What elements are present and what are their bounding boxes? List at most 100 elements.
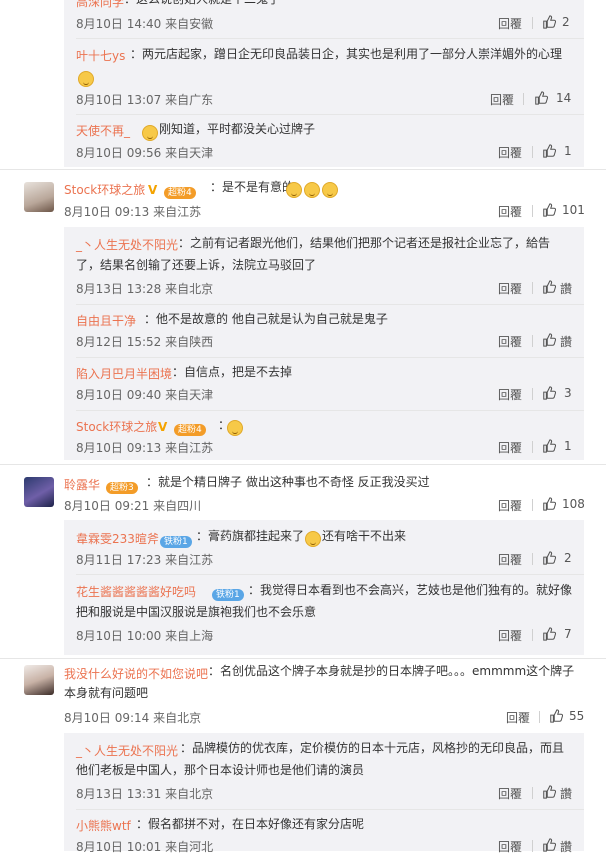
like-count: 108 (562, 497, 585, 511)
like-button[interactable] (542, 333, 557, 348)
reply-button[interactable]: 回覆 (498, 627, 522, 644)
like-button[interactable] (534, 91, 549, 106)
reply-meta: 8月10日 09:13 来自江苏 (76, 441, 214, 455)
like-button[interactable] (542, 203, 557, 218)
comment-username[interactable]: Stock环球之旅 (64, 181, 145, 198)
reply-meta: 8月11日 17:23 来自江苏 (76, 553, 214, 567)
reply-meta: 8月12日 15:52 来自陕西 (76, 335, 214, 349)
reply-meta: 8月10日 10:01 来自河北 (76, 840, 214, 854)
reply-username[interactable]: 叶十七ys (76, 47, 125, 64)
divider (532, 146, 533, 158)
reply-username[interactable]: 高深同学 (76, 0, 124, 10)
avatar[interactable] (24, 182, 54, 212)
reply-text: ：膏药旗都挂起来了 (196, 529, 305, 543)
emoji-icon (304, 528, 322, 547)
divider (539, 711, 540, 723)
divider (523, 93, 524, 105)
reply-text: ：两元店起家，蹭日企无印良品装日企，其实也是利用了一部分人崇洋媚外的心理 (130, 47, 563, 61)
reply-meta: 8月10日 13:07 来自广东 (76, 93, 214, 107)
reply-username[interactable]: 天使不再_ (76, 122, 130, 139)
reply-username[interactable]: 韋霖雯233暄斧 (76, 530, 159, 547)
reply-button[interactable]: 回覆 (498, 203, 522, 220)
divider (532, 441, 533, 453)
like-button[interactable] (542, 280, 557, 295)
reply-button[interactable]: 回覆 (498, 439, 522, 456)
reply-button[interactable]: 回覆 (498, 333, 522, 350)
reply-meta: 8月10日 14:40 来自安徽 (76, 17, 214, 31)
divider (532, 205, 533, 217)
thumb-up-icon (543, 280, 557, 294)
reply-button[interactable]: 回覆 (498, 551, 522, 568)
reply-text: 刚知道，平时都没关心过牌子 (159, 122, 316, 136)
comment-username[interactable]: 聆露华 (64, 476, 100, 493)
reply-button[interactable]: 回覆 (506, 709, 530, 726)
like-count: 2 (564, 551, 572, 565)
like-count: 7 (564, 627, 572, 641)
reply-username[interactable]: Stock环球之旅 (76, 418, 157, 435)
like-count: 讚 (560, 787, 573, 801)
reply-text: ：品牌模仿的优衣库，定价模仿的日本十元店，风格抄的无印良品，而且他们老板是中国人… (76, 741, 565, 777)
reply-text: ：之前有记者跟光他们，结果他们把那个记者还是报社企业忘了，給告了，结果名创输了还… (76, 236, 551, 272)
comment-text: ：是不是有意的 (210, 180, 295, 194)
reply-button[interactable]: 回覆 (498, 497, 522, 514)
reply-text: 还有啥干不出来 (322, 529, 407, 543)
reply-text: ：假名都拼不对，在日本好像还有家分店呢 (136, 817, 365, 831)
thumb-up-icon (543, 497, 557, 511)
thumb-up-icon (535, 91, 549, 105)
thumb-up-icon (543, 785, 557, 799)
avatar[interactable] (24, 477, 54, 507)
reply-username[interactable]: 小熊熊wtf (76, 817, 131, 834)
divider (0, 464, 606, 465)
divider (532, 629, 533, 641)
fan-badge: 铁粉1 (158, 531, 194, 550)
like-count: 55 (569, 709, 585, 723)
like-button[interactable] (542, 439, 557, 454)
reply-button[interactable]: 回覆 (498, 280, 522, 297)
divider (532, 388, 533, 400)
emoji-icon (77, 68, 95, 87)
reply-text: ：他不是故意的 他自己就是认为自己就是鬼子 (144, 312, 388, 326)
like-button[interactable] (542, 497, 557, 512)
divider (0, 169, 606, 170)
divider (76, 574, 584, 575)
reply-button[interactable]: 回覆 (498, 386, 522, 403)
like-button[interactable] (542, 785, 557, 800)
reply-meta: 8月13日 13:28 来自北京 (76, 282, 214, 296)
reply-button[interactable]: 回覆 (498, 785, 522, 802)
like-button[interactable] (542, 15, 557, 30)
like-count: 14 (556, 91, 572, 105)
thumb-up-icon (543, 838, 557, 852)
thumb-up-icon (543, 144, 557, 158)
like-count: 1 (564, 439, 572, 453)
divider (76, 410, 584, 411)
avatar[interactable] (24, 665, 54, 695)
reply-button[interactable]: 回覆 (498, 15, 522, 32)
verified-icon: V (158, 420, 168, 434)
like-button[interactable] (542, 386, 557, 401)
like-button[interactable] (549, 709, 564, 724)
divider (532, 787, 533, 799)
emoji-icon (141, 122, 159, 141)
divider (532, 17, 533, 29)
comment-text: ：就是个精日牌子 做出这种事也不奇怪 反正我没买过 (146, 475, 430, 489)
emoji-icon (285, 179, 339, 198)
reply-meta: 8月10日 09:40 来自天津 (76, 388, 214, 402)
like-count: 讚 (560, 840, 573, 854)
reply-username[interactable]: 陷入月巴月半困境 (76, 365, 172, 382)
reply-button[interactable]: 回覆 (490, 91, 514, 108)
divider (532, 282, 533, 294)
comment-meta: 8月10日 09:13 来自江苏 (64, 205, 202, 219)
comment-text: ：名创优品这个牌子本身就是抄的日本牌子吧。。。emmmm这个牌子本身就有问题吧 (64, 664, 575, 700)
like-button[interactable] (542, 144, 557, 159)
like-button[interactable] (542, 627, 557, 642)
divider (532, 553, 533, 565)
thumb-up-icon (543, 15, 557, 29)
reply-button[interactable]: 回覆 (498, 144, 522, 161)
like-count: 1 (564, 144, 572, 158)
reply-username[interactable]: 自由且干净 (76, 312, 136, 329)
reply-text: ：自信点，把是不去掉 (172, 365, 293, 379)
like-button[interactable] (542, 551, 557, 566)
reply-button[interactable]: 回覆 (498, 838, 522, 855)
reply-text: ：这么说创始人就是个二鬼子 (124, 0, 280, 10)
fan-badge: 超粉4 (162, 182, 198, 201)
